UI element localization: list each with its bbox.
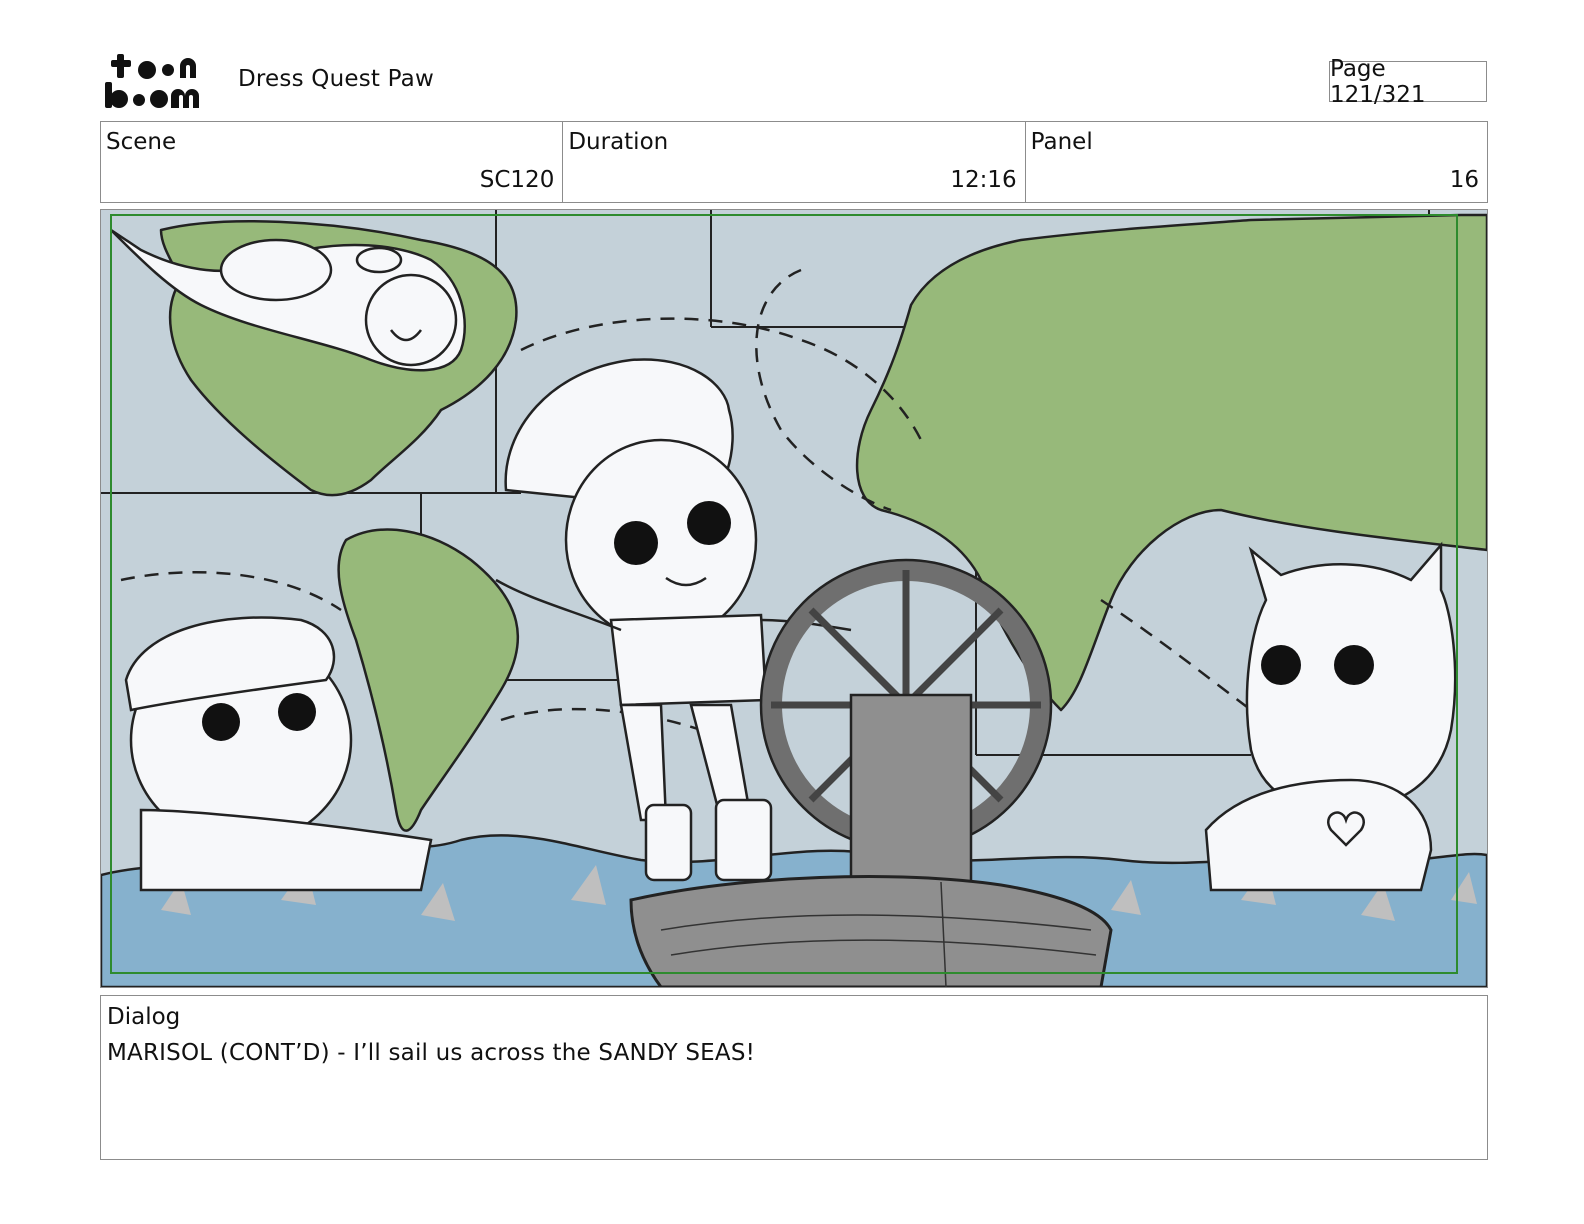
scene-label: Scene <box>106 129 177 155</box>
storyboard-panel-image <box>100 209 1488 988</box>
scene-value: SC120 <box>479 167 555 193</box>
dialog-text: MARISOL (CONT’D) - I’ll sail us across t… <box>107 1040 756 1066</box>
panel-value: 16 <box>1449 167 1479 193</box>
panel-cell: Panel 16 <box>1026 122 1487 202</box>
duration-label: Duration <box>568 129 669 155</box>
panel-info-table: Scene SC120 Duration 12:16 Panel 16 <box>100 121 1488 203</box>
dialog-box: Dialog MARISOL (CONT’D) - I’ll sail us a… <box>100 995 1488 1160</box>
scene-cell: Scene SC120 <box>101 122 564 202</box>
page-indicator: Page 121/321 <box>1329 56 1487 108</box>
toon-boom-logo: toon boom <box>103 50 215 112</box>
panel-label: Panel <box>1030 129 1093 155</box>
boat-hull <box>629 875 1113 987</box>
duration-value: 12:16 <box>950 167 1017 193</box>
project-title: Dress Quest Paw <box>238 66 434 92</box>
duration-cell: Duration 12:16 <box>563 122 1026 202</box>
dialog-label: Dialog <box>107 1004 181 1030</box>
